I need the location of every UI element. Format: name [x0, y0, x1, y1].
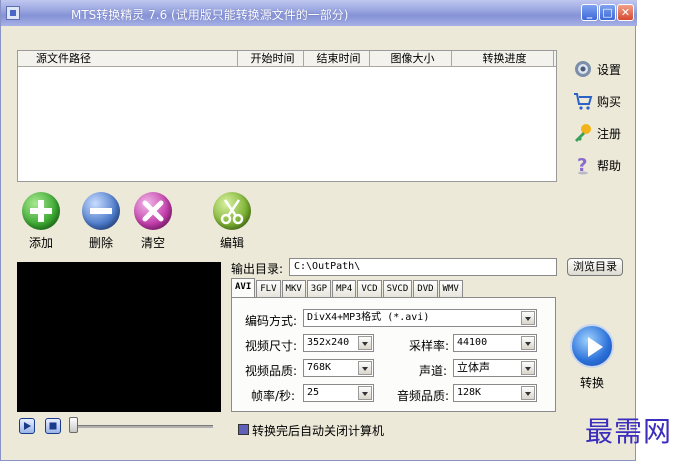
video-size-label: 视频尺寸: [245, 339, 298, 353]
convert-button[interactable]: 转换 [568, 324, 616, 391]
channel-value: 立体声 [457, 361, 490, 374]
column-header-source-path[interactable]: 源文件路径 [18, 51, 238, 67]
play-icon [570, 324, 614, 368]
help-label: 帮助 [597, 158, 622, 173]
chevron-down-icon[interactable] [358, 386, 372, 400]
maximize-button[interactable]: □ [599, 4, 616, 21]
file-list-header: 源文件路径 开始时间 结束时间 图像大小 转换进度 [18, 51, 556, 67]
video-size-value: 352x240 [307, 337, 350, 348]
shutdown-checkbox[interactable] [238, 424, 249, 435]
column-header-start-time[interactable]: 开始时间 [238, 51, 304, 67]
playback-slider-thumb[interactable] [69, 417, 78, 433]
tab-dvd[interactable]: DVD [413, 280, 438, 297]
video-preview[interactable] [17, 262, 221, 412]
tab-3gp[interactable]: 3GP [306, 280, 332, 297]
delete-label: 删除 [88, 236, 113, 250]
help-button[interactable]: ? 帮助 [573, 154, 621, 176]
stop-button[interactable] [45, 418, 61, 434]
source-file-list[interactable]: 源文件路径 开始时间 结束时间 图像大小 转换进度 [17, 50, 557, 182]
tab-svcd[interactable]: SVCD [382, 280, 413, 297]
chevron-down-icon[interactable] [358, 336, 372, 350]
tab-vcd[interactable]: VCD [357, 280, 382, 297]
play-icon [24, 422, 31, 430]
minus-icon [82, 192, 120, 230]
app-window: MTS转换精灵 7.6 (试用版只能转换源文件的一部分) _ □ ✕ 源文件路径… [0, 0, 637, 461]
tab-avi[interactable]: AVI [231, 278, 256, 297]
audio-quality-label: 音频品质: [397, 389, 450, 403]
sample-rate-select[interactable]: 44100 [453, 334, 537, 352]
plus-icon [22, 192, 60, 230]
play-button[interactable] [19, 418, 35, 434]
edit-label: 编辑 [219, 236, 244, 250]
cart-icon [573, 91, 593, 111]
sample-rate-value: 44100 [457, 337, 488, 348]
key-icon [573, 123, 593, 143]
chevron-down-icon[interactable] [358, 361, 372, 375]
format-tabs: AVI FLV MKV 3GP MP4 VCD SVCD DVD WMV [231, 278, 464, 298]
encode-label: 编码方式: [245, 314, 298, 328]
chevron-down-icon[interactable] [521, 361, 535, 375]
close-button[interactable]: ✕ [617, 4, 634, 21]
register-button[interactable]: 注册 [573, 122, 621, 144]
watermark-logo: 最需网 [585, 415, 673, 448]
chevron-down-icon[interactable] [521, 386, 535, 400]
register-label: 注册 [597, 126, 622, 141]
channel-label: 声道: [419, 364, 448, 378]
help-icon: ? [573, 155, 593, 176]
audio-quality-value: 128K [457, 387, 482, 398]
buy-button[interactable]: 购买 [573, 90, 621, 112]
sample-rate-label: 采样率: [409, 339, 450, 353]
window-title: MTS转换精灵 7.6 (试用版只能转换源文件的一部分) [71, 8, 349, 22]
convert-label: 转换 [579, 376, 604, 390]
app-icon[interactable] [6, 6, 20, 20]
tab-wmv[interactable]: WMV [438, 280, 463, 297]
fps-label: 帧率/秒: [251, 389, 296, 403]
chevron-down-icon[interactable] [521, 311, 535, 325]
title-bar[interactable]: MTS转换精灵 7.6 (试用版只能转换源文件的一部分) _ □ ✕ [1, 0, 637, 26]
video-quality-label: 视频品质: [245, 364, 298, 378]
minimize-button[interactable]: _ [581, 4, 598, 21]
scissors-icon [213, 192, 251, 230]
video-size-select[interactable]: 352x240 [303, 334, 374, 352]
column-header-progress[interactable]: 转换进度 [452, 51, 554, 67]
tab-flv[interactable]: FLV [256, 280, 281, 297]
stop-icon [49, 422, 57, 430]
clear-button[interactable]: 清空 [132, 192, 174, 251]
encode-select[interactable]: DivX4+MP3格式 (*.avi) [303, 309, 537, 327]
delete-button[interactable]: 删除 [80, 192, 122, 251]
tab-mkv[interactable]: MKV [281, 280, 306, 297]
settings-label: 设置 [597, 62, 622, 77]
video-quality-value: 768K [307, 362, 332, 373]
encode-value: DivX4+MP3格式 (*.avi) [307, 312, 430, 323]
column-header-image-size[interactable]: 图像大小 [370, 51, 452, 67]
browse-button[interactable]: 浏览目录 [567, 258, 623, 276]
shutdown-label[interactable]: 转换完后自动关闭计算机 [252, 422, 384, 439]
x-icon [134, 192, 172, 230]
video-quality-select[interactable]: 768K [303, 359, 374, 377]
gear-icon [573, 59, 593, 79]
column-header-end-time[interactable]: 结束时间 [304, 51, 370, 67]
channel-select[interactable]: 立体声 [453, 359, 537, 377]
buy-label: 购买 [597, 94, 622, 109]
add-button[interactable]: 添加 [20, 192, 62, 251]
audio-quality-select[interactable]: 128K [453, 384, 537, 402]
settings-button[interactable]: 设置 [573, 58, 621, 80]
chevron-down-icon[interactable] [521, 336, 535, 350]
tab-mp4[interactable]: MP4 [332, 280, 357, 297]
output-dir-input[interactable]: C:\OutPath\ [289, 258, 557, 276]
clear-label: 清空 [140, 236, 165, 250]
edit-button[interactable]: 编辑 [211, 192, 253, 251]
playback-slider-track[interactable] [73, 425, 213, 428]
output-dir-label: 输出目录: [231, 262, 284, 276]
fps-select[interactable]: 25 [303, 384, 374, 402]
add-label: 添加 [28, 236, 53, 250]
fps-value: 25 [307, 387, 320, 398]
